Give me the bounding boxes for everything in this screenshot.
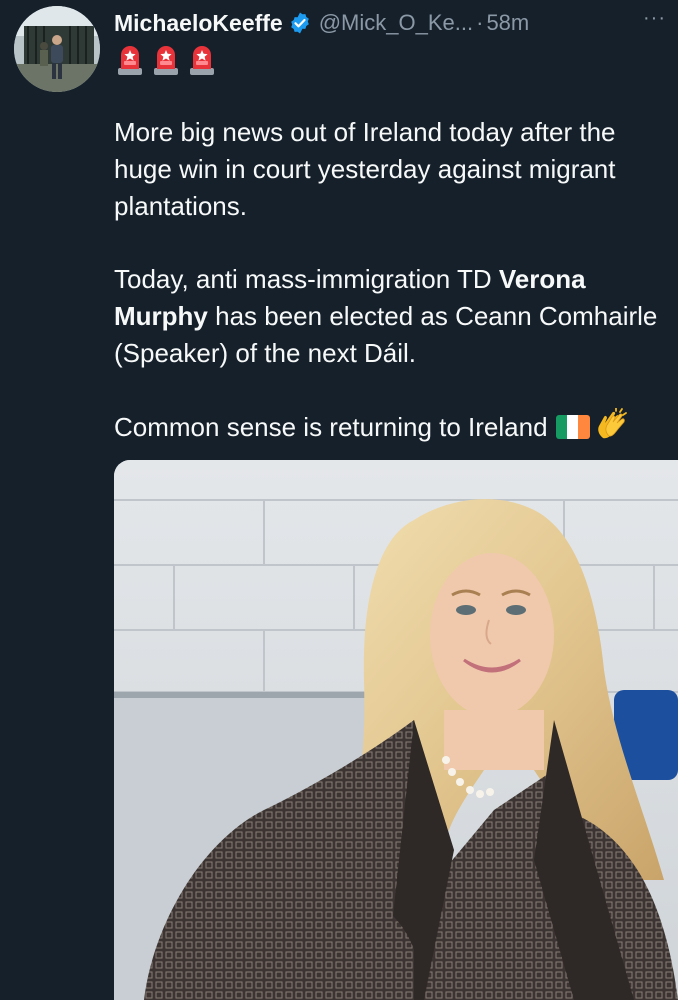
more-horizontal-icon[interactable]: ···	[643, 8, 666, 28]
tweet-photo[interactable]	[114, 460, 678, 1000]
tweet-paragraph: More big news out of Ireland today after…	[114, 117, 616, 221]
siren-icon	[154, 46, 178, 75]
profile-photo	[14, 6, 100, 92]
author-display-name[interactable]: MichaeloKeeffe	[114, 10, 283, 37]
author-handle[interactable]: @Mick_O_Ke...	[319, 10, 473, 36]
tweet-paragraph: Today, anti mass-immigration TD Verona M…	[114, 261, 674, 372]
tweet-paragraph-prefix: Today, anti mass-immigration TD	[114, 264, 499, 294]
tweet-paragraph-text: Common sense is returning to Ireland	[114, 412, 548, 442]
ireland-flag-icon	[555, 415, 590, 439]
tweet-timestamp[interactable]: 58m	[486, 10, 529, 36]
avatar[interactable]	[14, 6, 100, 92]
clapping-hands-icon	[597, 408, 627, 439]
siren-icon	[118, 46, 142, 75]
author-emoji-row	[116, 42, 216, 76]
tweet-header: MichaeloKeeffe @Mick_O_Ke... · 58m	[114, 6, 678, 40]
attached-photo	[114, 460, 678, 1000]
verified-badge-icon[interactable]	[288, 11, 312, 35]
tweet-paragraph: Common sense is returning to Ireland	[114, 408, 674, 446]
header-separator: ·	[476, 10, 484, 35]
tweet-text: More big news out of Ireland today after…	[114, 114, 674, 446]
siren-icon	[190, 46, 214, 75]
